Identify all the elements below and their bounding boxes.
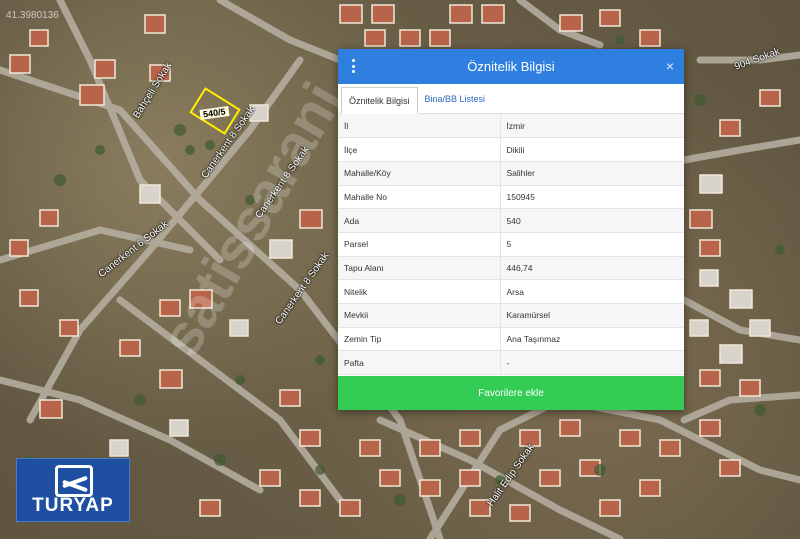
attr-value: 150945 bbox=[500, 185, 684, 210]
attr-key: Zemin Tip bbox=[338, 327, 501, 352]
attr-value: İzmir bbox=[500, 114, 684, 139]
table-row: Ada 540 bbox=[338, 208, 684, 233]
attr-value: - bbox=[500, 350, 684, 376]
table-row: Mahalle No 150945 bbox=[338, 185, 684, 210]
attr-key: Ada bbox=[338, 208, 501, 233]
table-row: Zemin Tip Ana Taşınmaz bbox=[338, 327, 684, 352]
turyap-logo: TURYAP bbox=[16, 458, 130, 522]
attr-key: Nitelik bbox=[338, 279, 501, 304]
handshake-icon bbox=[55, 465, 93, 497]
table-row: İlçe Dikili bbox=[338, 137, 684, 162]
attribute-table: İl İzmir İlçe Dikili Mahalle/Köy Salihler M… bbox=[338, 114, 684, 376]
attr-value: Karamürsel bbox=[500, 303, 684, 328]
table-row: Mevkii Karamürsel bbox=[338, 303, 684, 328]
tab-building-list[interactable]: Bina/BB Listesi bbox=[418, 86, 493, 113]
table-row: Nitelik Arsa bbox=[338, 279, 684, 304]
attr-key: Mahalle No bbox=[338, 185, 501, 210]
attr-value: Dikili bbox=[500, 137, 684, 162]
menu-dots-icon[interactable] bbox=[350, 59, 356, 73]
attr-value: 540 bbox=[500, 208, 684, 233]
attr-key: Tapu Alanı bbox=[338, 256, 501, 281]
attr-key: İlçe bbox=[338, 137, 501, 162]
table-row: Tapu Alanı 446,74 bbox=[338, 256, 684, 281]
map-coordinate-text: 41.3980136 bbox=[6, 10, 59, 21]
table-row: Pafta - bbox=[338, 350, 684, 376]
tab-attribute-info[interactable]: Öznitelik Bilgisi bbox=[341, 87, 418, 114]
table-row: İl İzmir bbox=[338, 114, 684, 139]
logo-text: TURYAP bbox=[32, 495, 114, 516]
attr-key: İl bbox=[338, 114, 501, 139]
attr-key: Parsel bbox=[338, 232, 501, 257]
attribute-info-panel: Öznitelik Bilgisi × Öznitelik Bilgisi Bi… bbox=[338, 49, 684, 410]
close-icon[interactable]: × bbox=[666, 58, 674, 74]
attr-key: Mevkii bbox=[338, 303, 501, 328]
panel-header: Öznitelik Bilgisi × bbox=[338, 49, 684, 84]
attr-key: Mahalle/Köy bbox=[338, 161, 501, 186]
attr-value: 5 bbox=[500, 232, 684, 257]
panel-title: Öznitelik Bilgisi bbox=[467, 59, 555, 74]
table-row: Mahalle/Köy Salihler bbox=[338, 161, 684, 186]
attr-value: Salihler bbox=[500, 161, 684, 186]
attr-key: Pafta bbox=[338, 350, 501, 376]
attr-value: Ana Taşınmaz bbox=[500, 327, 684, 352]
add-to-favorites-button[interactable]: Favorilere ekle bbox=[338, 376, 684, 410]
attr-value: 446,74 bbox=[500, 256, 684, 281]
table-row: Parsel 5 bbox=[338, 232, 684, 257]
panel-tabs: Öznitelik Bilgisi Bina/BB Listesi bbox=[338, 84, 684, 114]
attr-value: Arsa bbox=[500, 279, 684, 304]
